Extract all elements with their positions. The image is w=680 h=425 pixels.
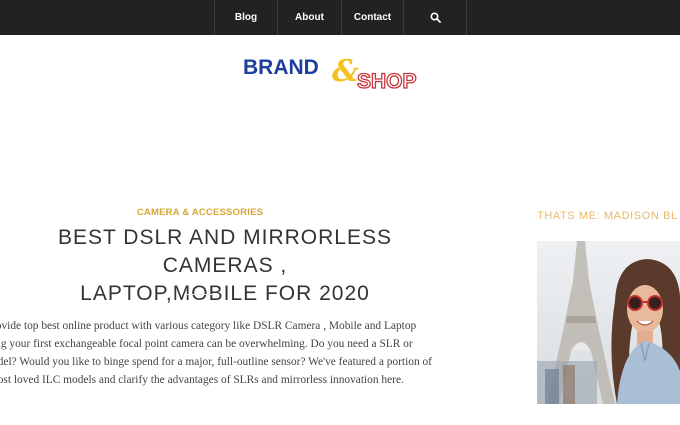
post-category-link[interactable]: CAMERA & ACCESSORIES — [90, 207, 310, 218]
logo-ampersand: & — [332, 54, 359, 89]
excerpt-line: odel? Would you like to binge spend for … — [0, 356, 432, 368]
excerpt-line: nost loved ILC models and clarify the ad… — [0, 374, 404, 386]
top-navigation-bar: Blog About Contact — [0, 0, 680, 35]
post-title-line: BEST DSLR AND MIRRORLESS CAMERAS , — [57, 226, 393, 277]
profile-photo-image — [537, 241, 680, 404]
post-title-line: LAPTOP,MOBILE FOR 2020 — [80, 282, 370, 305]
nav-item-blog[interactable]: Blog — [214, 0, 277, 35]
logo-brand-text: BRAND — [243, 56, 319, 79]
post-excerpt: rovide top best online product with vari… — [0, 317, 472, 389]
nav-item-label: Contact — [353, 12, 392, 23]
logo-shop-text: SHOP — [357, 70, 417, 93]
site-logo[interactable]: BRAND & SHOP — [238, 48, 443, 98]
search-icon — [429, 12, 441, 23]
nav-item-label: About — [295, 12, 324, 23]
excerpt-line: rovide top best online product with vari… — [0, 320, 417, 332]
nav-item-contact[interactable]: Contact — [341, 0, 403, 35]
nav-item-about[interactable]: About — [277, 0, 341, 35]
post-title[interactable]: BEST DSLR AND MIRRORLESS CAMERAS , LAPTO… — [0, 224, 450, 308]
nav-item-label: Blog — [234, 12, 258, 23]
brand-logo-image: BRAND & SHOP — [243, 54, 417, 94]
title-divider — [186, 294, 214, 295]
sidebar-heading: THATS ME: MADISON BL — [537, 210, 678, 222]
search-button[interactable] — [403, 0, 467, 35]
profile-photo — [537, 241, 680, 404]
excerpt-line: ing your first exchangeable focal point … — [0, 338, 413, 350]
